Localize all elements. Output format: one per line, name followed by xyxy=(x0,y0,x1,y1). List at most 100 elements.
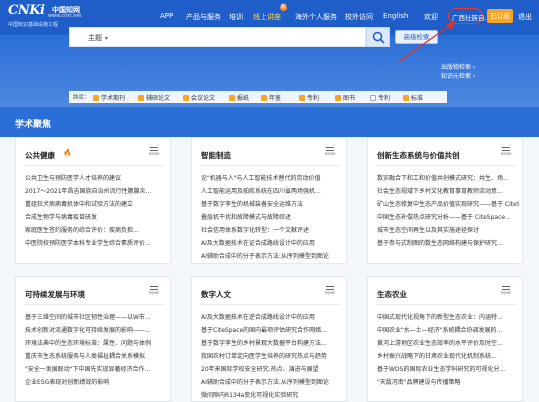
search-box: 主题 ▾ xyxy=(69,27,366,47)
search-input[interactable] xyxy=(115,30,355,45)
list-item[interactable]: 基于参与式制图的数生态网络构建与保护研究... xyxy=(377,237,519,250)
list-item[interactable]: 微间隙内R134a变化可视化实验研究 xyxy=(201,389,343,402)
more-button[interactable]: MORE xyxy=(147,147,161,156)
list-item[interactable]: 环境法典中的生态环境标准：属性、问题与体例 xyxy=(25,337,167,350)
subscribed-button[interactable]: 已订阅 xyxy=(487,9,513,23)
list-item[interactable]: 家庭医生签约服务的综合评价：疾病负担... xyxy=(25,224,167,237)
nav-item-app[interactable]: APP xyxy=(160,12,173,20)
card-title[interactable]: 数字人文 xyxy=(201,289,231,300)
database-filter-bar: 跨库： 学术期刊 辅硕论文 会议论文 报纸 年鉴 专利 图书 专利 标准 xyxy=(69,91,447,103)
menu-icon xyxy=(150,147,158,151)
filter-conferences[interactable]: 会议论文 xyxy=(183,93,215,102)
search-type-select[interactable]: 主题 ▾ xyxy=(88,33,108,43)
more-button[interactable]: MORE xyxy=(499,286,513,295)
publication-search-link[interactable]: 出版物检索 › xyxy=(441,62,475,71)
list-item[interactable]: 矿山生态修复中生态产品价值实现研究——基于 CiteSpac... xyxy=(377,198,519,211)
filter-item-label: 辅硕论文 xyxy=(146,95,171,102)
logo-slogan: 中国知识基础设施工程 xyxy=(8,22,59,28)
list-item[interactable]: 基于数字孪生的乡村景观大数据平台构建方法... xyxy=(201,337,343,350)
advanced-search-button[interactable]: 高级检索 xyxy=(395,30,438,44)
list-item[interactable]: 基于WOS的国际农业生态学科研究的可视化分... xyxy=(377,363,519,376)
more-label: MORE xyxy=(324,291,336,295)
filter-theses[interactable]: 辅硕论文 xyxy=(138,93,170,102)
list-item[interactable]: AI辅助合成中的分子表示方法:从序列模型到图论 xyxy=(201,376,343,389)
list-item[interactable]: 技术创新对流通数字化可持续发展的影响——... xyxy=(25,324,167,337)
filter-standards[interactable]: 标准 xyxy=(403,93,423,102)
filter-item-label: 学术期刊 xyxy=(101,95,126,102)
section-title: 学术聚焦 xyxy=(15,120,52,130)
welcome-text: 欢迎 xyxy=(424,13,438,21)
list-item[interactable]: 重庆市生态系统服务与人类福祉耦合关系模拟 xyxy=(25,350,167,363)
checkbox-checked-icon xyxy=(403,95,409,101)
filter-yearbooks[interactable]: 年鉴 xyxy=(261,93,281,102)
list-item[interactable]: "安全一发展联动"下中国先实现显著经济合作... xyxy=(25,363,167,376)
card-divider xyxy=(24,304,164,305)
list-item[interactable]: AI辅助合成中的分子表示方法:从序列模型到图论 xyxy=(201,250,343,263)
filter-item-label: 年鉴 xyxy=(269,95,282,102)
list-item[interactable]: 叠层机干扰和故障模式与故障综述 xyxy=(201,211,343,224)
list-item[interactable]: 论"机器与人"与人工智能技术替代的劳动价值 xyxy=(201,172,343,185)
card-title[interactable]: 公共健康 xyxy=(25,150,55,161)
list-item[interactable]: 中医院校预防医学本科专业学生综合素质评价... xyxy=(25,237,167,250)
list-item[interactable]: 20年来国际学校安全研究:热点、演进与展望 xyxy=(201,363,343,376)
list-item[interactable]: 重组狂犬病病毒机体中和试验方法的建立 xyxy=(25,198,167,211)
list-item[interactable]: 合成生物学与病毒疫苗研发 xyxy=(25,211,167,224)
filter-journals[interactable]: 学术期刊 xyxy=(93,93,125,102)
filter-patents[interactable]: 专利 xyxy=(299,93,319,102)
list-item[interactable]: 中国农业"水—土—经济"系统耦合协调发展的... xyxy=(377,324,519,337)
menu-icon xyxy=(150,286,158,290)
list-item[interactable]: AI及大数据技术在逆合成路线设计中的应用 xyxy=(201,311,343,324)
list-item[interactable]: 我国农村订单定向医学生培养的研究热点与趋势 xyxy=(201,350,343,363)
more-label: MORE xyxy=(500,291,512,295)
filter-label: 跨库： xyxy=(73,95,90,101)
card-title[interactable]: 智能制造 xyxy=(201,150,231,161)
card-divider xyxy=(24,165,164,166)
logout-link[interactable]: 退出 xyxy=(518,12,532,22)
nav-item-offcampus[interactable]: 校外访问 xyxy=(345,12,373,22)
card-divider xyxy=(200,304,340,305)
list-item[interactable]: 人工智能运用及舶航系统在四川省两场强机... xyxy=(201,185,343,198)
more-button[interactable]: MORE xyxy=(323,147,337,156)
search-button[interactable] xyxy=(366,27,390,47)
list-item[interactable]: 企业ESG表现对创新绩效的影响 xyxy=(25,376,167,389)
list-item[interactable]: 数实融合下和工和价值共创模式研究：共生、场... xyxy=(377,172,519,185)
more-button[interactable]: MORE xyxy=(147,286,161,295)
user-account-button[interactable]: 广西壮族自... xyxy=(448,8,491,24)
list-item[interactable]: 2017～2021年昌吉国族自治州流行性腮腺炎... xyxy=(25,185,167,198)
list-item[interactable]: 黄河上游地区农业生态效率的水平评价及时空... xyxy=(377,337,519,350)
hot-badge: 新 xyxy=(280,4,287,11)
nav-item-training[interactable]: 培训 xyxy=(229,12,243,22)
nav-item-lectures[interactable]: 线上讲座 xyxy=(253,12,281,22)
list-item[interactable]: 公共卫生与预防医学人才培养的建议 xyxy=(25,172,167,185)
list-item[interactable]: 基于数字孪生的机械装备安全运维方法 xyxy=(201,198,343,211)
list-item[interactable]: "天敌河南"品牌建设与传播策略 xyxy=(377,376,519,389)
card-title[interactable]: 可持续发展与环境 xyxy=(25,289,85,300)
more-button[interactable]: MORE xyxy=(499,147,513,156)
checkbox-checked-icon xyxy=(335,95,341,101)
card-title[interactable]: 生态农业 xyxy=(377,289,407,300)
menu-icon xyxy=(326,286,334,290)
list-item[interactable]: AI及大数据技术在证合成路线设计中的应用 xyxy=(201,237,343,250)
list-item[interactable]: 中国生态补偿热点研究分析——基于 CiteSpace... xyxy=(377,211,519,224)
list-item[interactable]: 社会生态视域下乡村文化教育事育教师流动意... xyxy=(377,185,519,198)
filter-books[interactable]: 图书 xyxy=(335,93,355,102)
list-item[interactable]: 社会信用体系数字化转型：一个文献评述 xyxy=(201,224,343,237)
search-icon xyxy=(372,31,385,44)
card-title[interactable]: 创新生态系统与价值共创 xyxy=(377,150,460,161)
filter-item-label: 报纸 xyxy=(237,95,250,102)
nav-item-products[interactable]: 产品与服务 xyxy=(186,12,221,22)
list-item[interactable]: 中国式现代化视角下的新型生态农业：内涵特... xyxy=(377,311,519,324)
list-item[interactable]: 基于CiteSpace的国内最项评估研究合作网络... xyxy=(201,324,343,337)
more-button[interactable]: MORE xyxy=(323,286,337,295)
filter-newspapers[interactable]: 报纸 xyxy=(229,93,249,102)
list-item[interactable]: 乡村振兴战略下的甘肃农业现代化机制系统... xyxy=(377,350,519,363)
filter-patents-2[interactable]: 专利 xyxy=(370,93,390,102)
nav-item-overseas[interactable]: 海外个人服务 xyxy=(295,12,337,22)
topic-card: 公共健康 🔥 MORE 公共卫生与预防医学人才培养的建议 2017～2021年昌… xyxy=(15,137,171,264)
topic-card: 创新生态系统与价值共创 MORE 数实融合下和工和价值共创模式研究：共生、场..… xyxy=(367,137,523,264)
nav-item-english[interactable]: English xyxy=(383,12,408,20)
knowledge-search-link[interactable]: 知识元检索 › xyxy=(441,71,475,80)
list-item[interactable]: 城市生态空间再生以及其实施途径探讨 xyxy=(377,224,519,237)
checkbox-checked-icon xyxy=(299,95,305,101)
list-item[interactable]: 基于三维空间的城市社区韧性治理——以W市... xyxy=(25,311,167,324)
